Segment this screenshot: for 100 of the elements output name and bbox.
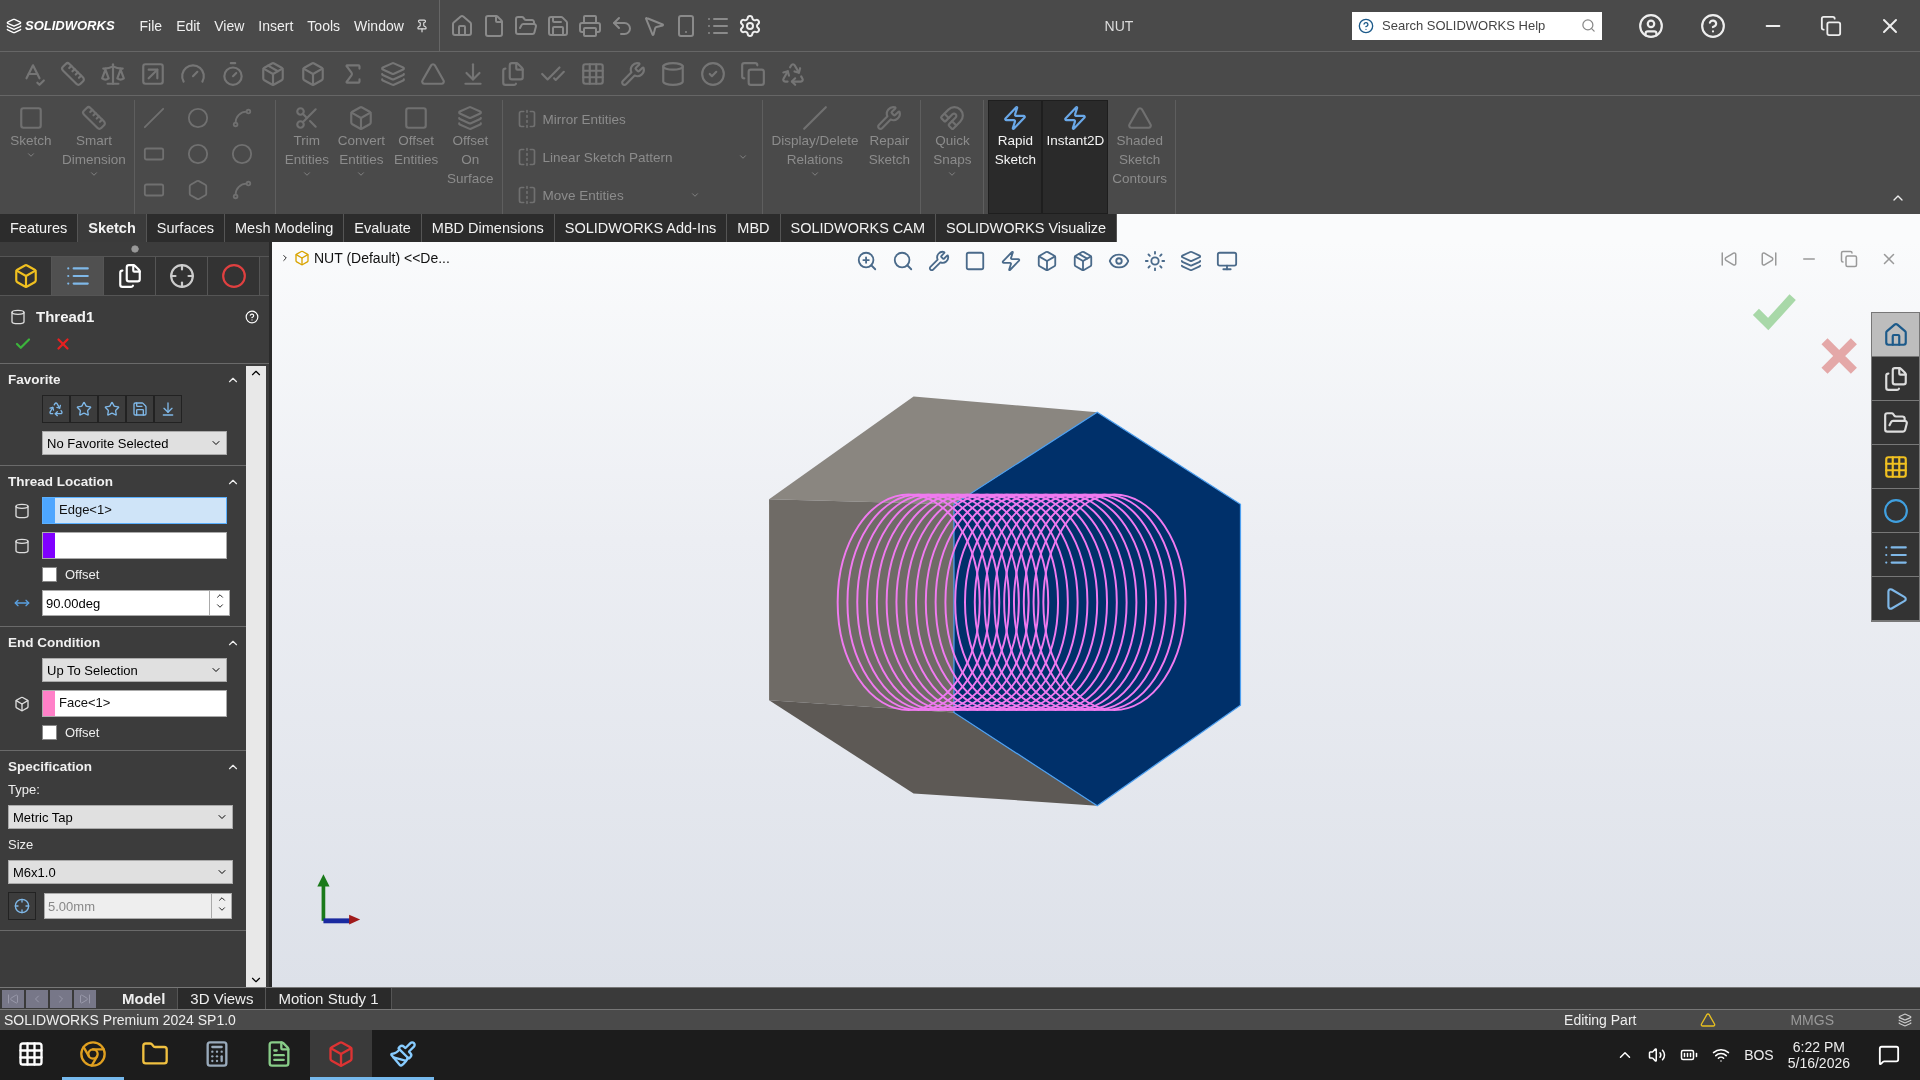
ribbon-tab[interactable]: MBD Dimensions [421, 214, 555, 242]
value-input[interactable]: 90.00deg [43, 594, 209, 612]
menu-item[interactable]: File [132, 17, 170, 34]
arrow-square-icon[interactable] [140, 60, 166, 87]
monitor-icon[interactable] [1216, 250, 1238, 272]
navigation-button[interactable] [26, 989, 48, 1008]
ribbon-tab[interactable]: SOLIDWORKS Visualize [936, 214, 1118, 242]
triangle-icon[interactable] [420, 60, 446, 87]
section-header[interactable]: Thread Location [8, 474, 240, 489]
manager-tab[interactable] [0, 257, 52, 295]
section-header[interactable]: Specification [8, 759, 240, 774]
files-icon[interactable] [500, 60, 526, 87]
navigation-button[interactable] [74, 989, 96, 1008]
save-icon[interactable] [132, 401, 148, 417]
cylinder-icon[interactable] [660, 60, 686, 87]
caret-icon[interactable] [26, 150, 36, 160]
timer-icon[interactable] [220, 60, 246, 87]
section-header[interactable]: Favorite [8, 372, 240, 387]
ribbon-tab[interactable]: Surfaces [146, 214, 226, 242]
selection-field[interactable]: Face<1> [42, 690, 227, 717]
tree-item[interactable]: NUT (Default) <<De... [314, 250, 450, 266]
favorite-dropdown[interactable]: No Favorite Selected [42, 431, 227, 455]
selection-field[interactable]: Edge<1> [42, 497, 227, 524]
caret-icon[interactable] [689, 190, 700, 200]
offset-checkbox[interactable] [42, 567, 57, 582]
ribbon-tool[interactable]: Instant2D [1042, 100, 1109, 214]
save-icon[interactable] [545, 13, 570, 38]
warning-icon[interactable] [1700, 1012, 1717, 1028]
ribbon-tab[interactable]: Evaluate [344, 214, 422, 242]
home-icon[interactable] [449, 13, 474, 38]
ruler-icon[interactable] [60, 60, 86, 87]
layers-icon[interactable] [1180, 250, 1202, 272]
cancel-icon[interactable] [54, 335, 72, 353]
notifications-icon[interactable] [1878, 1044, 1900, 1066]
offset-checkbox[interactable] [42, 725, 57, 740]
diameter-icon[interactable] [14, 898, 30, 914]
scrollbar[interactable] [246, 366, 266, 987]
manager-tab[interactable] [104, 257, 156, 295]
volume-icon[interactable] [1648, 1046, 1667, 1064]
spin-down-icon[interactable] [214, 601, 225, 611]
spin-down-icon[interactable] [216, 904, 227, 914]
help-icon[interactable] [1358, 17, 1374, 34]
clock-time[interactable]: 6:22 PM [1792, 1039, 1845, 1055]
search-box[interactable]: Search SOLIDWORKS Help [1352, 11, 1602, 40]
copy-icon[interactable] [740, 60, 766, 87]
menu-item[interactable]: Insert [251, 17, 301, 34]
caret-icon[interactable] [809, 169, 820, 179]
split-left-icon[interactable] [1720, 250, 1738, 268]
ribbon-tool[interactable]: Rapid Sketch [988, 100, 1043, 214]
navigation-button[interactable] [2, 989, 24, 1008]
restore-icon[interactable] [1820, 14, 1842, 37]
ribbon-tab[interactable]: MBD [727, 214, 781, 242]
task-pane-tab[interactable] [1872, 357, 1919, 401]
task-pane-tab[interactable] [1872, 445, 1919, 489]
selection-field[interactable] [42, 532, 227, 559]
ribbon-tab[interactable]: Features [0, 214, 79, 242]
caret-icon[interactable] [88, 169, 99, 179]
spin-up-icon[interactable] [216, 894, 227, 904]
layers-icon[interactable] [1898, 1013, 1912, 1027]
task-pane-tab[interactable] [1872, 401, 1919, 445]
search-icon[interactable] [1581, 18, 1596, 33]
check-circle-icon[interactable] [700, 60, 726, 87]
ribbon-tab[interactable]: Mesh Modeling [225, 214, 345, 242]
download-icon[interactable] [160, 401, 176, 417]
model-tab[interactable]: Motion Study 1 [266, 988, 392, 1009]
pin-icon[interactable] [414, 18, 429, 33]
language-indicator[interactable]: BOS [1744, 1047, 1774, 1063]
splitter-handle[interactable] [130, 245, 139, 253]
section-header[interactable]: End Condition [8, 635, 240, 650]
size-dropdown[interactable]: M6x1.0 [8, 860, 233, 884]
manager-tab[interactable] [156, 257, 208, 295]
search-icon[interactable] [892, 250, 914, 272]
navigation-button[interactable] [50, 989, 72, 1008]
print-icon[interactable] [577, 13, 602, 38]
square-icon[interactable] [964, 250, 986, 272]
caret-icon[interactable] [301, 169, 312, 179]
caret-icon[interactable] [947, 169, 958, 179]
box-icon[interactable] [1072, 250, 1094, 272]
wifi-icon[interactable] [1712, 1046, 1731, 1064]
task-pane-tab[interactable] [1872, 313, 1919, 357]
task-pane-tab[interactable] [1872, 489, 1919, 533]
lightning-icon[interactable] [1000, 250, 1022, 272]
angle-field[interactable]: 90.00deg [42, 590, 230, 616]
ribbon-tab[interactable]: SOLIDWORKS CAM [780, 214, 937, 242]
settings-icon[interactable] [737, 13, 762, 38]
ribbon-tab[interactable]: SOLIDWORKS Add-Ins [554, 214, 728, 242]
sun-icon[interactable] [1144, 250, 1166, 272]
menu-item[interactable]: Edit [169, 17, 208, 34]
open-folder-icon[interactable] [513, 13, 538, 38]
caret-icon[interactable] [356, 169, 367, 179]
expand-icon[interactable] [280, 253, 290, 263]
recycle-icon[interactable] [48, 401, 64, 417]
account-icon[interactable] [1638, 12, 1664, 39]
spin-up-icon[interactable] [214, 591, 225, 601]
scale-icon[interactable] [100, 60, 126, 87]
wrench-icon[interactable] [928, 250, 950, 272]
menu-item[interactable]: Window [347, 17, 411, 34]
star-icon[interactable] [76, 401, 92, 417]
menu-item[interactable]: Tools [300, 17, 348, 34]
menu-item[interactable]: View [207, 17, 252, 34]
